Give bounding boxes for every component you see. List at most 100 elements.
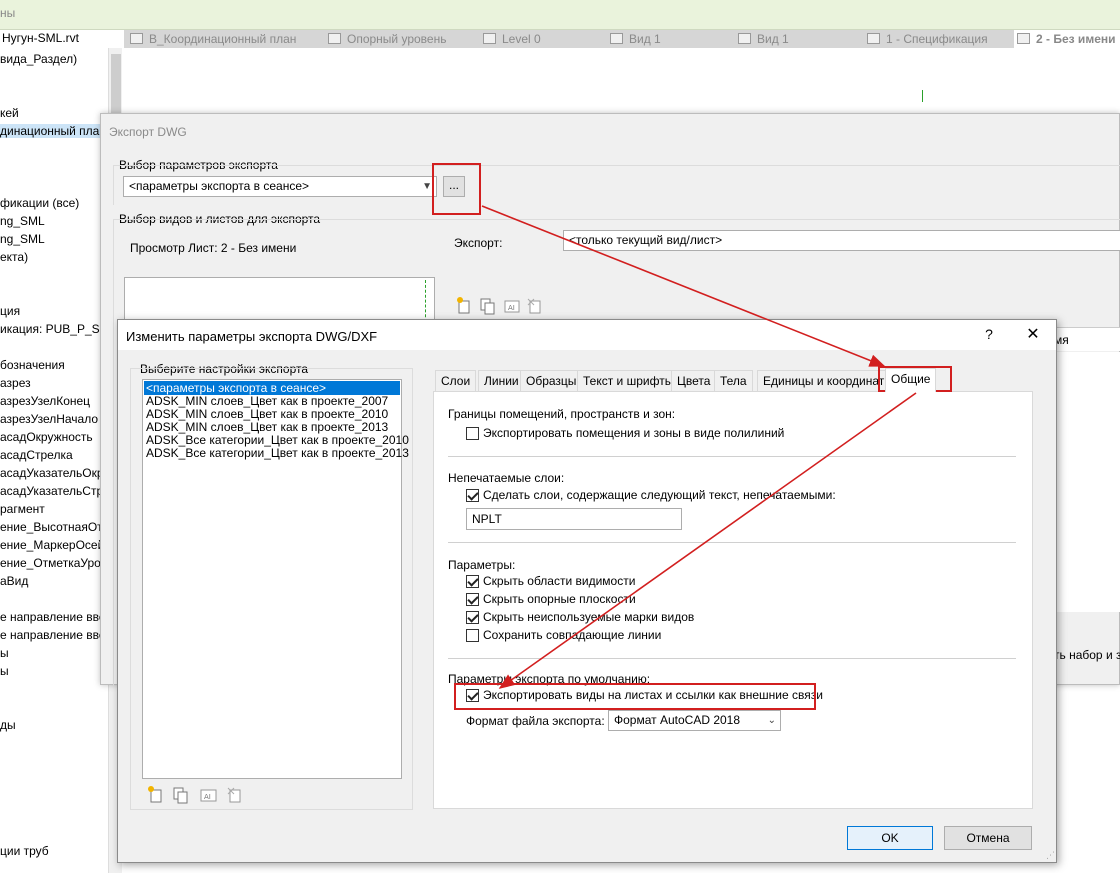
tab-colors[interactable]: Цвета xyxy=(671,370,717,391)
browser-item[interactable]: ция xyxy=(0,304,20,318)
view-tab[interactable]: Level 0 xyxy=(483,30,603,48)
dialog-title: Экспорт DWG xyxy=(109,125,187,139)
browser-item[interactable]: ды xyxy=(0,718,16,732)
ok-button[interactable]: OK xyxy=(847,826,933,850)
view-tab[interactable]: 1 - Спецификация xyxy=(867,30,1007,48)
browser-item[interactable]: е направление вве xyxy=(0,628,106,642)
export-range-select[interactable]: <только текущий вид/лист> xyxy=(563,230,1120,251)
browser-item[interactable]: ng_SML xyxy=(0,232,45,246)
browser-item[interactable]: азрез xyxy=(0,376,31,390)
nonplot-section-label: Непечатаемые слои: xyxy=(448,471,565,485)
view-icon xyxy=(328,33,341,44)
browser-item[interactable]: е направление вве xyxy=(0,610,106,624)
list-item[interactable]: <параметры экспорта в сеансе> xyxy=(144,381,400,395)
rooms-checkbox-label: Экспортировать помещения и зоны в виде п… xyxy=(483,426,785,440)
svg-text:AI: AI xyxy=(508,304,515,312)
browser-item[interactable]: бозначения xyxy=(0,358,65,372)
checkbox-label: Скрыть неиспользуемые марки видов xyxy=(483,610,695,624)
rooms-checkbox[interactable] xyxy=(466,427,479,440)
list-item[interactable]: ADSK_Все категории_Цвет как в проекте_20… xyxy=(146,447,409,460)
browser-item[interactable]: икация: PUB_P_SH_ xyxy=(0,322,108,336)
set-toolbar: AI xyxy=(456,296,551,316)
browser-item[interactable]: азрезУзелНачало xyxy=(0,412,98,426)
browser-item[interactable]: кей xyxy=(0,106,19,120)
view-tab-label: 2 - Без имени xyxy=(1036,32,1116,46)
browser-item[interactable]: ение_МаркерОсей xyxy=(0,538,104,552)
browser-item[interactable]: фикации (все) xyxy=(0,196,79,210)
tab-solids[interactable]: Тела xyxy=(714,370,753,391)
options-section-label: Параметры: xyxy=(448,558,516,572)
project-file-name: Нугун-SML.rvt xyxy=(0,30,124,48)
duplicate-setup-icon[interactable] xyxy=(173,787,188,804)
scrollbar-thumb[interactable] xyxy=(111,54,121,114)
browser-item[interactable]: аВид xyxy=(0,574,28,588)
browser-item[interactable]: асадУказательОкр xyxy=(0,466,104,480)
checkbox-label: Сохранить совпадающие линии xyxy=(483,628,662,642)
view-tab-label: Опорный уровень xyxy=(347,32,447,46)
browser-item[interactable]: ы xyxy=(0,646,9,660)
duplicate-set-icon[interactable] xyxy=(480,298,495,315)
view-crop-marker xyxy=(922,90,923,102)
browser-item[interactable]: асадУказательСтр xyxy=(0,484,103,498)
chevron-down-icon: ▼ xyxy=(422,181,432,192)
preserve-overlapping-lines-checkbox[interactable] xyxy=(466,629,479,642)
view-tab[interactable]: Опорный уровень xyxy=(328,30,468,48)
resize-grip-icon[interactable]: ⋰ xyxy=(1046,850,1056,862)
tab-lines[interactable]: Линии xyxy=(478,370,525,391)
general-tab-panel: Границы помещений, пространств и зон: Эк… xyxy=(433,391,1033,809)
view-tab-active[interactable]: 2 - Без имени xyxy=(1014,30,1120,48)
export-label: Экспорт: xyxy=(454,236,503,250)
checkbox-label: Скрыть опорные плоскости xyxy=(483,592,636,606)
browser-item[interactable]: азрезУзелКонец xyxy=(0,394,90,408)
file-format-select[interactable]: Формат AutoCAD 2018 ⌄ xyxy=(608,710,781,731)
delete-setup-icon[interactable] xyxy=(227,787,241,803)
nonplot-checkbox-label: Сделать слои, содержащие следующий текст… xyxy=(483,488,836,502)
setup-list[interactable]: <параметры экспорта в сеансе> ADSK_MIN с… xyxy=(142,379,409,779)
project-browser: вида_Раздел) кей динационный план фикации (… xyxy=(0,48,108,873)
export-setup-select[interactable]: <параметры экспорта в сеансе> ▼ xyxy=(123,176,437,197)
rooms-section-label: Границы помещений, пространств и зон: xyxy=(448,407,676,421)
hide-unused-tags-checkbox[interactable] xyxy=(466,611,479,624)
nonplot-checkbox[interactable] xyxy=(466,489,479,502)
preview-label: Просмотр Лист: 2 - Без имени xyxy=(130,241,297,255)
annotation-box-browse xyxy=(432,163,481,215)
setup-toolbar: AI xyxy=(146,785,256,805)
rename-set-icon[interactable]: AI xyxy=(504,300,520,313)
nonplot-text-field[interactable]: NPLT xyxy=(466,508,682,530)
format-label: Формат файла экспорта: xyxy=(466,714,605,728)
tab-text-fonts[interactable]: Текст и шрифты xyxy=(577,370,680,391)
browser-item[interactable]: динационный план xyxy=(0,124,106,138)
browser-item[interactable]: ng_SML xyxy=(0,214,45,228)
tab-patterns[interactable]: Образцы xyxy=(520,370,583,391)
view-tab[interactable]: Вид 1 xyxy=(738,30,858,48)
browser-item[interactable]: рагмент xyxy=(0,502,45,516)
view-tab[interactable]: Вид 1 xyxy=(610,30,730,48)
view-tab-label: Вид 1 xyxy=(757,32,789,46)
view-tab[interactable]: В_Координационный план xyxy=(130,30,345,48)
browser-item[interactable]: асадСтрелка xyxy=(0,448,73,462)
browser-item[interactable]: ции труб xyxy=(0,844,49,858)
hide-ref-planes-checkbox[interactable] xyxy=(466,593,479,606)
save-set-button[interactable]: ть набор и за xyxy=(1054,648,1120,662)
chevron-down-icon: ⌄ xyxy=(767,715,776,726)
select-value: <параметры экспорта в сеансе> xyxy=(129,179,310,193)
new-setup-icon[interactable] xyxy=(148,786,162,803)
browser-item[interactable]: екта) xyxy=(0,250,28,264)
help-button[interactable]: ? xyxy=(980,326,998,344)
delete-set-icon[interactable] xyxy=(527,298,541,314)
rename-setup-icon[interactable]: AI xyxy=(200,789,217,802)
hide-scope-boxes-checkbox[interactable] xyxy=(466,575,479,588)
close-button[interactable]: ✕ xyxy=(1020,324,1046,346)
browser-item[interactable]: ы xyxy=(0,664,9,678)
new-set-icon[interactable] xyxy=(457,297,470,314)
cancel-button[interactable]: Отмена xyxy=(944,826,1032,850)
view-icon xyxy=(483,33,496,44)
tab-layers[interactable]: Слои xyxy=(435,370,477,391)
browser-item[interactable]: ение_ВысотнаяОт xyxy=(0,520,103,534)
views-table xyxy=(1051,352,1120,612)
browser-item[interactable]: вида_Раздел) xyxy=(0,52,77,66)
view-tab-label: Вид 1 xyxy=(629,32,661,46)
browser-item[interactable]: асадОкружность xyxy=(0,430,93,444)
browser-item[interactable]: ение_ОтметкаУров xyxy=(0,556,107,570)
tab-general[interactable]: Общие xyxy=(885,368,937,392)
